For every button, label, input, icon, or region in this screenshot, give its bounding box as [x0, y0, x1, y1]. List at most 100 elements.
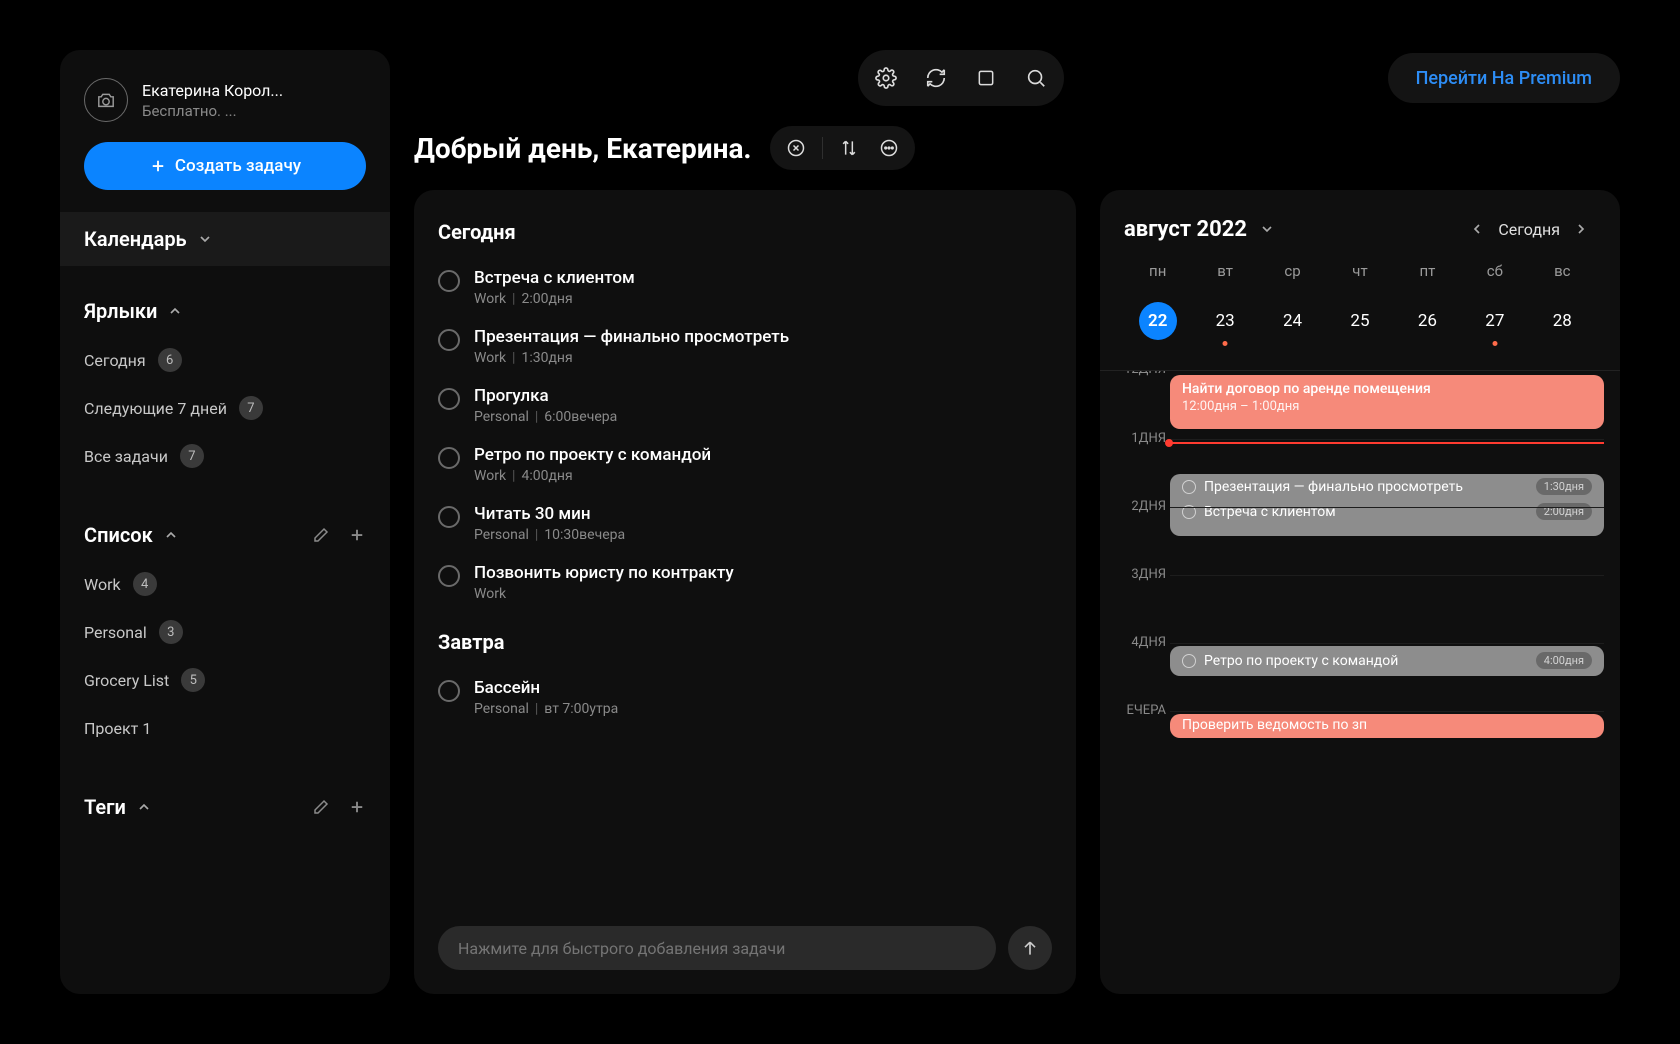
plus-icon — [149, 157, 167, 175]
more-button[interactable] — [871, 130, 907, 166]
plus-icon[interactable] — [348, 526, 366, 544]
list-label: Work — [84, 575, 121, 594]
chevron-up-icon — [136, 799, 152, 815]
sync-button[interactable] — [914, 56, 958, 100]
next-week-button[interactable] — [1566, 214, 1596, 244]
now-indicator — [1170, 442, 1604, 444]
weekday-row: пнвтсрчтптсбвс — [1100, 262, 1620, 292]
sort-button[interactable] — [831, 130, 867, 166]
shortcut-today[interactable]: Сегодня6 — [84, 338, 366, 382]
date-cell[interactable]: 26 — [1394, 292, 1461, 350]
event-dot-icon — [1223, 341, 1228, 346]
task-checkbox[interactable] — [438, 506, 460, 528]
window-button[interactable] — [964, 56, 1008, 100]
list-item-work[interactable]: Work4 — [84, 562, 366, 606]
greeting-text: Добрый день, Екатерина. — [414, 132, 752, 165]
date-cell[interactable]: 27 — [1461, 292, 1528, 350]
plus-icon[interactable] — [348, 798, 366, 816]
task-meta: Personal|10:30вечера — [474, 527, 625, 543]
task-row[interactable]: Встреча с клиентом Work|2:00дня — [438, 258, 1052, 317]
more-icon — [879, 138, 899, 158]
task-checkbox[interactable] — [438, 680, 460, 702]
task-checkbox[interactable] — [438, 447, 460, 469]
date-number: 22 — [1139, 302, 1177, 340]
settings-button[interactable] — [864, 56, 908, 100]
time-label: 3ДНЯ — [1106, 567, 1166, 582]
list-item-project-1[interactable]: Проект 1 — [84, 706, 366, 750]
quick-add-submit[interactable] — [1008, 926, 1052, 970]
date-number: 26 — [1408, 302, 1446, 340]
section-lists: Список Work4 Personal3 Grocery List 5 Про… — [60, 508, 390, 762]
lists-header[interactable]: Список — [84, 508, 366, 562]
shortcut-next-7-days[interactable]: Следующие 7 дней7 — [84, 386, 366, 430]
task-row[interactable]: Бассейн Personal|вт 7:00утра — [438, 668, 1052, 727]
date-number: 25 — [1341, 302, 1379, 340]
section-calendar[interactable]: Календарь — [60, 212, 390, 266]
main-area: Перейти На Premium Добрый день, Екатерин… — [414, 50, 1620, 994]
check-circle-icon — [1182, 654, 1196, 668]
weekday-label: вс — [1529, 262, 1596, 280]
task-title: Бассейн — [474, 678, 618, 698]
create-task-button[interactable]: Создать задачу — [84, 142, 366, 190]
task-checkbox[interactable] — [438, 329, 460, 351]
shortcut-all-tasks[interactable]: Все задачи7 — [84, 434, 366, 478]
weekday-label: сб — [1461, 262, 1528, 280]
event-item[interactable]: Ретро по проекту с командой4:00дня — [1170, 646, 1604, 676]
task-row[interactable]: Презентация — финально просмотреть Work|… — [438, 317, 1052, 376]
today-button[interactable]: Сегодня — [1498, 220, 1560, 239]
quick-add-input[interactable] — [438, 926, 996, 970]
date-cell[interactable]: 24 — [1259, 292, 1326, 350]
camera-icon — [96, 92, 116, 108]
shortcuts-label: Ярлыки — [84, 299, 157, 323]
calendar-panel: август 2022 Сегодня пнвтсрчтптсбвс 22232… — [1100, 190, 1620, 994]
count-badge: 5 — [181, 668, 205, 692]
time-label: 1ДНЯ — [1106, 431, 1166, 446]
task-checkbox[interactable] — [438, 270, 460, 292]
list-label: Проект 1 — [84, 719, 151, 738]
weekday-label: ср — [1259, 262, 1326, 280]
edit-icon[interactable] — [312, 798, 330, 816]
tags-header[interactable]: Теги — [84, 780, 366, 834]
event-title: Найти договор по аренде помещения — [1182, 381, 1592, 397]
calendar-month: август 2022 — [1124, 217, 1247, 242]
premium-button[interactable]: Перейти На Premium — [1388, 53, 1620, 103]
list-item-grocery[interactable]: Grocery List 5 — [84, 658, 366, 702]
date-cell[interactable]: 28 — [1529, 292, 1596, 350]
task-row[interactable]: Читать 30 мин Personal|10:30вечера — [438, 494, 1052, 553]
event-item[interactable]: Проверить ведомость по зп — [1170, 714, 1604, 738]
shortcuts-header[interactable]: Ярлыки — [84, 284, 366, 338]
event-item[interactable]: Найти договор по аренде помещения 12:00д… — [1170, 375, 1604, 429]
event-dot-icon — [1492, 341, 1497, 346]
task-checkbox[interactable] — [438, 565, 460, 587]
date-number: 27 — [1476, 302, 1514, 340]
task-title: Презентация — финально просмотреть — [474, 327, 789, 347]
chevron-down-icon[interactable] — [1259, 221, 1275, 237]
profile-plan: Бесплатно. ... — [142, 102, 283, 120]
date-cell[interactable]: 23 — [1191, 292, 1258, 350]
calendar-label: Календарь — [84, 227, 187, 251]
lists-label: Список — [84, 523, 153, 547]
task-meta: Personal|вт 7:00утра — [474, 701, 618, 717]
date-cell[interactable]: 25 — [1326, 292, 1393, 350]
profile-block[interactable]: Екатерина Корол... Бесплатно. ... — [60, 68, 390, 142]
task-meta: Personal|6:00вечера — [474, 409, 617, 425]
sync-icon — [925, 67, 947, 89]
timeline[interactable]: 12ДНЯ Найти договор по аренде помещения … — [1100, 370, 1620, 790]
list-label: Grocery List — [84, 671, 169, 690]
create-task-label: Создать задачу — [175, 156, 301, 176]
task-title: Встреча с клиентом — [474, 268, 635, 288]
date-cell[interactable]: 22 — [1124, 292, 1191, 350]
task-title: Ретро по проекту с командой — [474, 445, 711, 465]
task-row[interactable]: Прогулка Personal|6:00вечера — [438, 376, 1052, 435]
clear-button[interactable] — [778, 130, 814, 166]
task-row[interactable]: Ретро по проекту с командой Work|4:00дня — [438, 435, 1052, 494]
task-row[interactable]: Позвонить юристу по контракту Work — [438, 553, 1052, 612]
time-label: ЕЧЕРА — [1106, 703, 1166, 718]
list-item-personal[interactable]: Personal3 — [84, 610, 366, 654]
edit-icon[interactable] — [312, 526, 330, 544]
search-button[interactable] — [1014, 56, 1058, 100]
chevron-right-icon — [1573, 221, 1589, 237]
prev-week-button[interactable] — [1462, 214, 1492, 244]
task-checkbox[interactable] — [438, 388, 460, 410]
check-circle-icon — [1182, 480, 1196, 494]
